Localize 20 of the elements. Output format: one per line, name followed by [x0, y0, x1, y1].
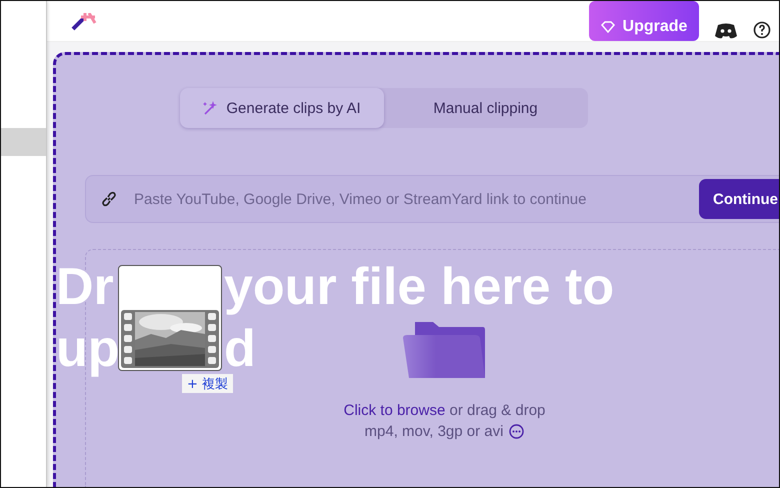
folder-icon: [403, 322, 486, 378]
more-icon[interactable]: [509, 424, 524, 439]
link-field[interactable]: Paste YouTube, Google Drive, Vimeo or StreamYard link to continue Continue: [85, 175, 779, 223]
supported-formats: mp4, mov, 3gp or avi: [364, 423, 504, 440]
sparkle-wand-icon: [202, 100, 218, 116]
chat-icon[interactable]: [715, 23, 737, 39]
drop-heading-text: your file here to: [224, 257, 614, 318]
upload-instructions: Click to browse or drag & drop: [344, 402, 546, 419]
drop-heading-text: Dr: [56, 257, 114, 318]
help-icon[interactable]: [753, 21, 771, 39]
diamond-icon: [600, 21, 615, 33]
link-icon: [100, 190, 118, 208]
copy-badge: + 複製: [182, 374, 234, 393]
upgrade-button[interactable]: Upgrade: [589, 1, 699, 41]
continue-button[interactable]: Continue: [699, 179, 779, 219]
mode-tab[interactable]: Manual clipping: [384, 88, 588, 128]
logo-icon: [69, 13, 97, 33]
browse-link[interactable]: Click to browse: [344, 402, 446, 419]
drop-heading-text: up: [56, 319, 120, 380]
mode-tab[interactable]: Generate clips by AI: [180, 88, 384, 128]
